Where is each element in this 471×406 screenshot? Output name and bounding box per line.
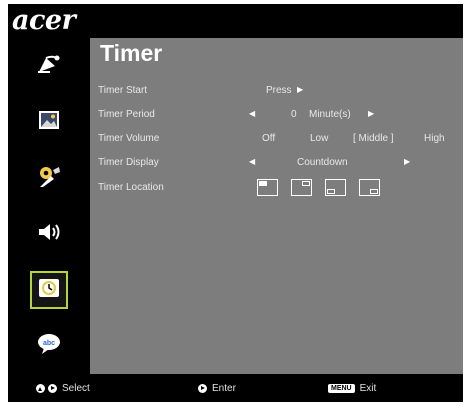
select-hint: Select [36, 383, 90, 394]
menu-key-icon: MENU [328, 384, 355, 393]
language-icon: abc [36, 332, 62, 361]
sidebar: abc [8, 38, 90, 374]
arrow-right-icon[interactable]: ▶ [297, 85, 303, 94]
timer-display-label: Timer Display [98, 157, 159, 168]
satellite-dish-icon [36, 53, 62, 80]
timer-start-value[interactable]: Press [266, 85, 292, 96]
timer-display-row[interactable]: Timer Display ◀ Countdown ▶ [90, 154, 463, 172]
projector-osd-menu: acer abc Timer Timer Start Press ▶ Timer… [8, 4, 463, 402]
sidebar-item-settings[interactable] [8, 150, 90, 206]
speaker-icon [36, 221, 62, 248]
timer-start-row[interactable]: Timer Start Press ▶ [90, 82, 463, 100]
location-bottom-right-icon[interactable] [359, 179, 380, 196]
svg-text:abc: abc [43, 340, 55, 347]
volume-option-middle[interactable]: [ Middle ] [353, 133, 394, 144]
timer-location-row[interactable]: Timer Location [90, 179, 463, 201]
acer-logo: acer [12, 5, 76, 36]
selection-highlight [30, 271, 68, 309]
arrow-right-icon[interactable]: ▶ [368, 109, 374, 118]
enter-button-icon [198, 384, 207, 393]
timer-start-label: Timer Start [98, 85, 148, 96]
picture-icon [38, 110, 60, 135]
timer-period-label: Timer Period [98, 109, 155, 120]
footer-hints: Select Enter MENU Exit [8, 374, 463, 402]
volume-option-off[interactable]: Off [262, 133, 275, 144]
timer-volume-row[interactable]: Timer Volume Off Low [ Middle ] High [90, 130, 463, 148]
arrow-left-icon[interactable]: ◀ [249, 109, 255, 118]
location-top-left-icon[interactable] [257, 179, 278, 196]
sidebar-item-image[interactable] [8, 94, 90, 150]
location-top-right-icon[interactable] [291, 179, 312, 196]
sidebar-item-timer[interactable] [8, 262, 90, 318]
volume-option-high[interactable]: High [424, 133, 445, 144]
timer-icon [37, 276, 61, 305]
volume-option-low[interactable]: Low [310, 133, 328, 144]
page-title: Timer [100, 40, 163, 66]
up-button-icon [36, 384, 45, 393]
timer-volume-label: Timer Volume [98, 133, 160, 144]
sidebar-item-audio[interactable] [8, 206, 90, 262]
timer-location-label: Timer Location [98, 182, 164, 193]
select-hint-label: Select [62, 383, 90, 394]
settings-tools-icon [36, 164, 62, 193]
location-bottom-left-icon[interactable] [325, 179, 346, 196]
arrow-left-icon[interactable]: ◀ [249, 157, 255, 166]
arrow-right-icon[interactable]: ▶ [404, 157, 410, 166]
timer-period-unit: Minute(s) [309, 109, 351, 120]
exit-hint: MENU Exit [328, 383, 376, 394]
timer-display-value[interactable]: Countdown [297, 157, 348, 168]
enter-hint-label: Enter [212, 383, 236, 394]
timer-menu-panel: Timer Timer Start Press ▶ Timer Period ◀… [90, 38, 463, 374]
exit-hint-label: Exit [359, 383, 377, 394]
sidebar-item-language[interactable]: abc [8, 318, 90, 374]
timer-period-value[interactable]: 0 [291, 109, 297, 120]
enter-hint: Enter [198, 383, 236, 394]
sidebar-item-color[interactable] [8, 38, 90, 94]
down-button-icon [48, 384, 57, 393]
timer-period-row[interactable]: Timer Period ◀ 0 Minute(s) ▶ [90, 106, 463, 124]
